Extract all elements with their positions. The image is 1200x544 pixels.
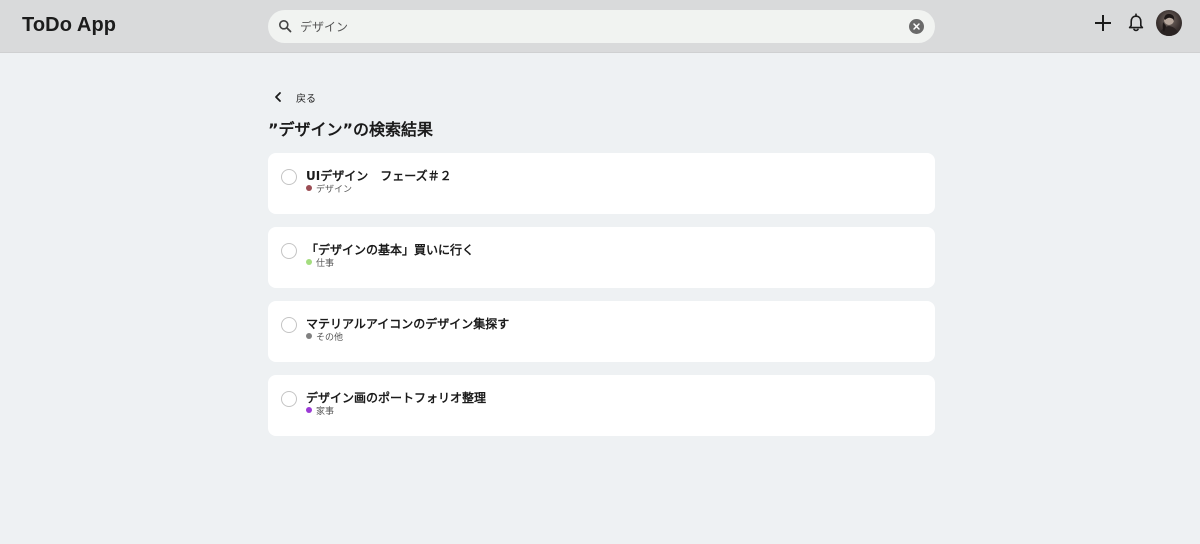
tag-label: 家事 [316,406,335,417]
search-bar[interactable] [268,10,935,43]
back-button[interactable]: 戻る [272,89,316,105]
tag-color-dot [306,185,312,191]
chevron-left-icon [275,92,281,102]
back-label: 戻る [296,93,316,105]
page-title: ”デザイン”の検索結果 [268,120,434,139]
top-bar: ToDo App [0,0,1200,53]
task-tag: デザイン [306,182,353,195]
task-complete-checkbox[interactable] [281,169,297,185]
task-tag: 仕事 [306,256,335,269]
tag-label: デザイン [316,184,353,195]
notification-bell-icon[interactable] [1127,13,1145,33]
tag-label: その他 [316,332,344,343]
tag-color-dot [306,333,312,339]
task-card[interactable]: マテリアルアイコンのデザイン集探す その他 [268,301,935,362]
clear-search-icon[interactable] [909,19,924,34]
search-icon [279,20,292,33]
add-task-icon[interactable] [1093,13,1113,33]
task-complete-checkbox[interactable] [281,317,297,333]
app-title[interactable]: ToDo App [22,14,116,37]
task-card[interactable]: UIデザイン フェーズ＃２ デザイン [268,153,935,214]
task-complete-checkbox[interactable] [281,243,297,259]
user-avatar[interactable] [1156,10,1182,36]
task-card[interactable]: デザイン画のポートフォリオ整理 家事 [268,375,935,436]
tag-color-dot [306,407,312,413]
tag-label: 仕事 [316,258,335,269]
task-tag: 家事 [306,404,335,417]
task-complete-checkbox[interactable] [281,391,297,407]
search-input[interactable] [300,16,900,37]
task-tag: その他 [306,330,344,343]
task-card[interactable]: 「デザインの基本」買いに行く 仕事 [268,227,935,288]
avatar-photo [1159,13,1179,36]
tag-color-dot [306,259,312,265]
